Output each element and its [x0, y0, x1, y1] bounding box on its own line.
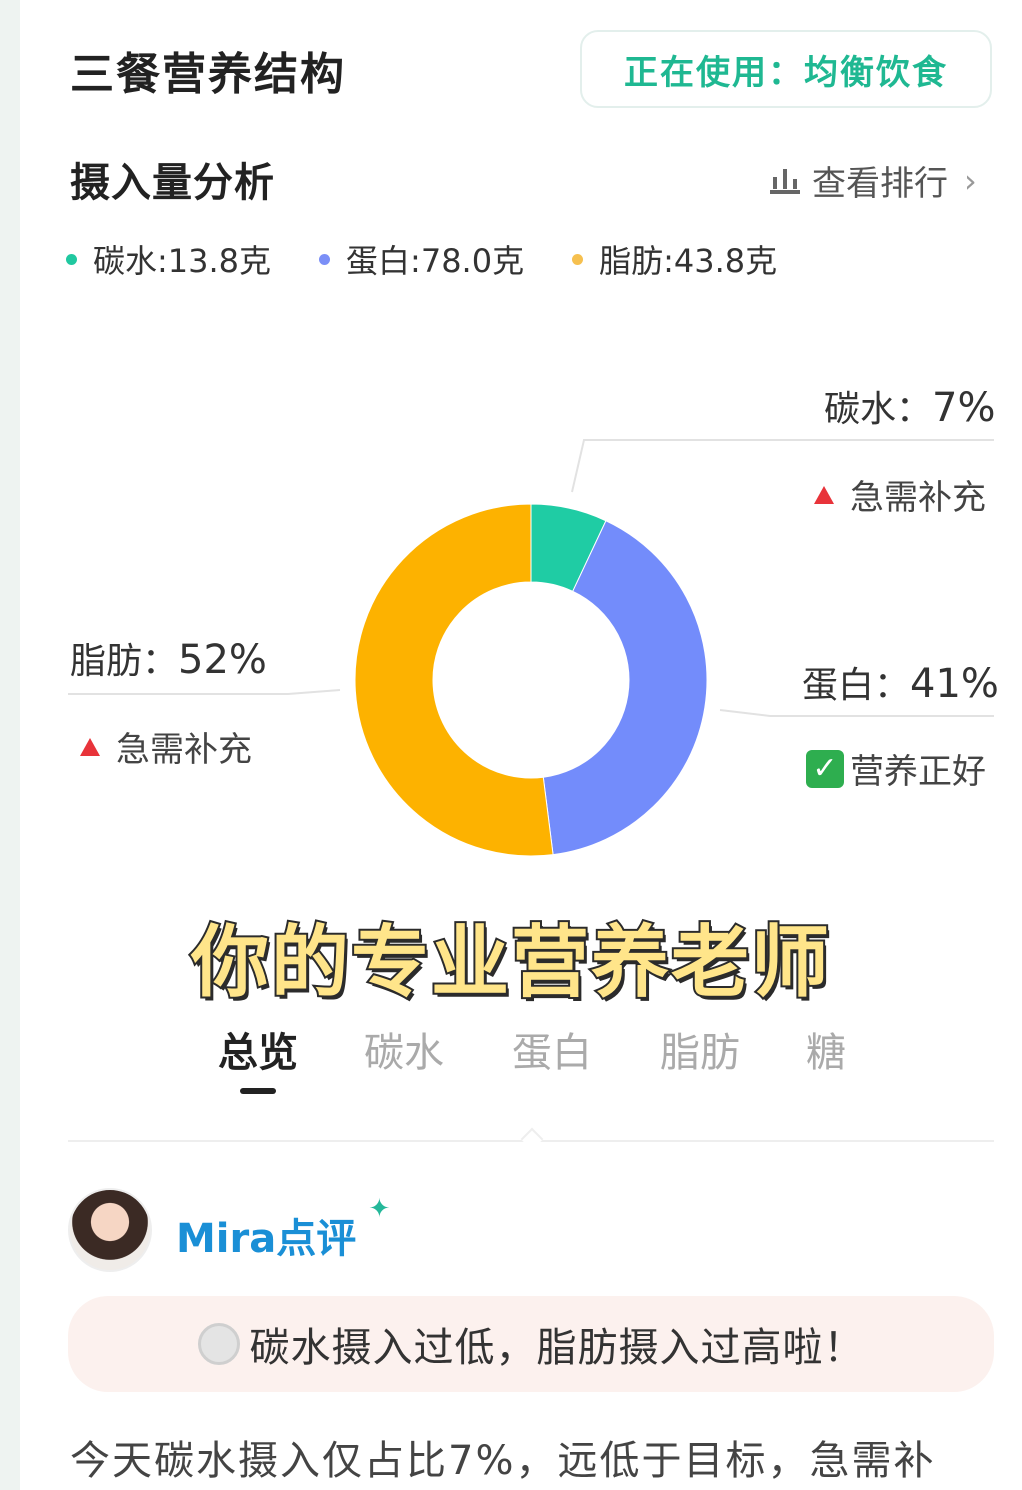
promo-banner-text: 你的专业营养老师	[189, 916, 831, 1010]
tab-protein[interactable]: 蛋白	[512, 1020, 592, 1078]
active-tab-indicator	[240, 1088, 276, 1094]
review-body: 今天碳水摄入仅占比7%，远低于目标，急需补	[70, 1438, 936, 1484]
callout-fat-label: 脂肪：	[70, 641, 179, 682]
donut-slice-fat	[354, 503, 554, 857]
status-fat: 急需补充	[80, 722, 252, 771]
callout-carbs-label: 碳水：	[824, 389, 933, 430]
status-protein-text: 营养正好	[850, 752, 986, 792]
status-carbs: 急需补充	[814, 470, 986, 519]
status-carbs-text: 急需补充	[850, 478, 986, 518]
leader-line-fat	[68, 689, 341, 695]
status-fat-text: 急需补充	[116, 730, 252, 770]
callout-protein-pct: 41%	[910, 661, 999, 707]
warning-triangle-icon	[80, 737, 100, 756]
plate-icon	[197, 1323, 240, 1365]
callout-protein: 蛋白：41%	[802, 656, 999, 708]
review-title: Mira点评 ✦	[176, 1194, 390, 1264]
callout-fat-pct: 52%	[178, 637, 267, 683]
tab-overview[interactable]: 总览	[218, 1020, 298, 1078]
callout-carbs-pct: 7%	[932, 385, 996, 431]
tab-carbs[interactable]: 碳水	[364, 1020, 444, 1078]
callout-fat: 脂肪：52%	[70, 632, 267, 684]
review-alert: 碳水摄入过低，脂肪摄入过高啦！	[68, 1296, 994, 1392]
review-alert-text: 碳水摄入过低，脂肪摄入过高啦！	[249, 1325, 865, 1371]
leader-line-protein	[719, 709, 994, 717]
callout-carbs: 碳水：7%	[824, 380, 995, 432]
review-title-text: Mira点评	[176, 1216, 357, 1262]
tab-fat[interactable]: 脂肪	[660, 1020, 740, 1078]
tab-sugar[interactable]: 糖	[806, 1020, 846, 1078]
warning-triangle-icon	[814, 485, 834, 504]
sparkle-icon: ✦	[368, 1194, 391, 1224]
avatar	[68, 1188, 152, 1272]
status-protein: ✓ 营养正好	[806, 744, 986, 793]
callout-protein-label: 蛋白：	[802, 665, 911, 706]
check-icon: ✓	[806, 749, 844, 788]
